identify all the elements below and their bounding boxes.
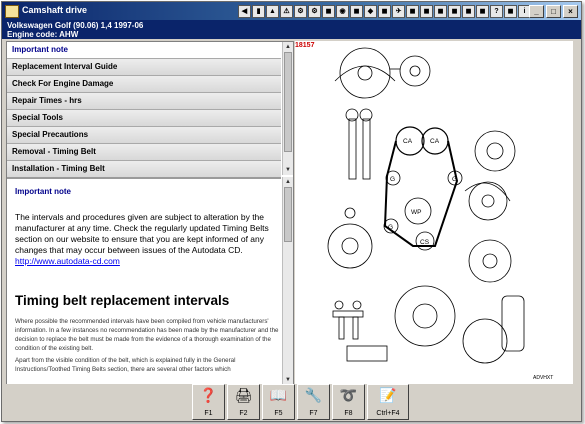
toolbar-icon[interactable]: ◼: [350, 5, 363, 18]
menu-item[interactable]: Special Tools: [7, 110, 281, 127]
notice-text: The intervals and procedures given are s…: [15, 212, 269, 255]
diagram-label: ADVHXT: [533, 375, 553, 381]
vehicle-info-bar: Volkswagen Golf (90.06) 1,4 1997-06 Engi…: [2, 20, 581, 39]
toolbar-icon[interactable]: ◼: [462, 5, 475, 18]
toolbar-icon[interactable]: ◉: [336, 5, 349, 18]
toolbar-icon[interactable]: ◼: [378, 5, 391, 18]
window-title: Camshaft drive: [22, 5, 88, 15]
engine-code: Engine code: AHW: [7, 30, 79, 39]
title-bar: Camshaft drive ◀ ▮ ▲ ⚠ ⚙ ⚙ ◼ ◉ ◼ ◆ ◼ ✈ ◼ ◼ ◼ ◼ ◼ ◼? ◼ i _ □ ×: [2, 2, 581, 20]
content-body: The intervals and procedures given are s…: [15, 212, 277, 267]
menu-item[interactable]: Removal - Timing Belt: [7, 144, 281, 161]
fkey-label: F5: [274, 410, 283, 417]
fkey-button-f2[interactable]: 🖨 F2: [227, 384, 260, 420]
diagram-label: G: [390, 176, 395, 183]
toolbar-icon[interactable]: ◼: [476, 5, 489, 18]
toolbar-icons: ◀ ▮ ▲ ⚠ ⚙ ⚙ ◼ ◉ ◼ ◆ ◼ ✈ ◼ ◼ ◼ ◼ ◼ ◼? ◼ i: [238, 5, 531, 18]
paragraph-2: Apart from the visible condition of the …: [15, 357, 236, 373]
diagram-label: G: [388, 224, 393, 231]
toolbar-icon[interactable]: ?: [490, 5, 503, 18]
fkey-button-f7[interactable]: 🔧 F7: [297, 384, 330, 420]
fkey-label: F2: [239, 410, 248, 417]
tools-icon: 🔧: [304, 387, 323, 403]
left-pane: Important note Replacement Interval Guide…: [6, 41, 294, 386]
toolbar-icon[interactable]: ▲: [266, 5, 279, 18]
topic-menu: Important note Replacement Interval Guide…: [7, 42, 281, 178]
fkey-button-f8[interactable]: ➰ F8: [332, 384, 365, 420]
toolbar-icon[interactable]: ⚙: [294, 5, 307, 18]
section-title: Timing belt replacement intervals: [15, 293, 230, 308]
toolbar-icon[interactable]: ◼: [504, 5, 517, 18]
diagram-label: CS: [420, 239, 430, 246]
scroll-up-icon[interactable]: ▲: [283, 177, 293, 187]
vehicle-name: Volkswagen Golf (90.06) 1,4 1997-06: [7, 21, 144, 30]
scroll-thumb[interactable]: [284, 52, 292, 152]
autodata-link[interactable]: http://www.autodata-cd.com: [15, 256, 120, 266]
diagram-number: 18157: [295, 42, 315, 49]
diagram-label: G: [452, 176, 457, 183]
scroll-down-icon[interactable]: ▼: [283, 165, 293, 175]
help-icon: ❓: [199, 387, 218, 403]
toolbar-icon[interactable]: ◆: [364, 5, 377, 18]
menu-item[interactable]: Replacement Interval Guide: [7, 59, 281, 76]
book-icon: 📖: [269, 387, 288, 403]
toolbar-icon[interactable]: ◼: [448, 5, 461, 18]
toolbar-icon[interactable]: ⚠: [280, 5, 293, 18]
toolbar-icon[interactable]: ✈: [392, 5, 405, 18]
fkey-button-f1[interactable]: ❓ F1: [192, 384, 225, 420]
menu-item[interactable]: Installation - Timing Belt: [7, 161, 281, 178]
menu-item[interactable]: Special Precautions: [7, 127, 281, 144]
app-icon: [5, 5, 19, 18]
belt-icon: ➰: [339, 387, 358, 403]
content-pane: Important note The intervals and procedu…: [7, 177, 281, 387]
menu-scrollbar[interactable]: ▲ ▼: [282, 42, 293, 175]
diagram-label: CA: [430, 138, 440, 145]
function-keys: ❓ F1 🖨 F2 📖 F5 🔧 F7 ➰ F8 📝 Ctrl+F4: [192, 384, 411, 420]
toolbar-icon[interactable]: ◼: [420, 5, 433, 18]
toolbar-icon[interactable]: ◼: [322, 5, 335, 18]
menu-item[interactable]: Repair Times - hrs: [7, 93, 281, 110]
scroll-up-icon[interactable]: ▲: [283, 42, 293, 52]
app-window: Camshaft drive ◀ ▮ ▲ ⚠ ⚙ ⚙ ◼ ◉ ◼ ◆ ◼ ✈ ◼ ◼ ◼ ◼ ◼ ◼? ◼ i _ □ ×…: [1, 1, 582, 422]
content-scrollbar[interactable]: ▲ ▼: [282, 177, 293, 385]
content-heading: Important note: [15, 187, 71, 196]
toolbar-icon[interactable]: ◼: [434, 5, 447, 18]
menu-item[interactable]: Check For Engine Damage: [7, 76, 281, 93]
diagram-label: WP: [411, 209, 421, 216]
window-controls: _ □ ×: [529, 5, 578, 18]
scroll-thumb[interactable]: [284, 187, 292, 242]
menu-item[interactable]: Important note: [7, 42, 281, 59]
toolbar-icon[interactable]: ⚙: [308, 5, 321, 18]
fkey-label: F8: [344, 410, 353, 417]
paragraph-1: Where possible the recommended intervals…: [15, 318, 279, 352]
fkey-label: F1: [204, 410, 213, 417]
timing-belt-diagram: 18157 CA CA WP CS G G G ADVHXT: [295, 41, 573, 384]
toolbar-icon[interactable]: ◼: [406, 5, 419, 18]
minimize-icon[interactable]: _: [529, 5, 544, 18]
toolbar-icon[interactable]: ◀: [238, 5, 251, 18]
print-icon: 🖨: [234, 387, 253, 403]
fkey-label: F7: [309, 410, 318, 417]
fkey-button-ctrl-f4[interactable]: 📝 Ctrl+F4: [367, 384, 409, 420]
engine-drawing: CA CA WP CS G G G ADVHXT: [327, 47, 553, 381]
fkey-label: Ctrl+F4: [376, 410, 400, 417]
function-key-bar: ❓ F1 🖨 F2 📖 F5 🔧 F7 ➰ F8 📝 Ctrl+F4: [2, 384, 581, 421]
notes-icon: 📝: [379, 387, 397, 403]
maximize-icon[interactable]: □: [546, 5, 561, 18]
close-icon[interactable]: ×: [563, 5, 578, 18]
toolbar-icon[interactable]: ▮: [252, 5, 265, 18]
fkey-button-f5[interactable]: 📖 F5: [262, 384, 295, 420]
diagram-label: CA: [403, 138, 413, 145]
